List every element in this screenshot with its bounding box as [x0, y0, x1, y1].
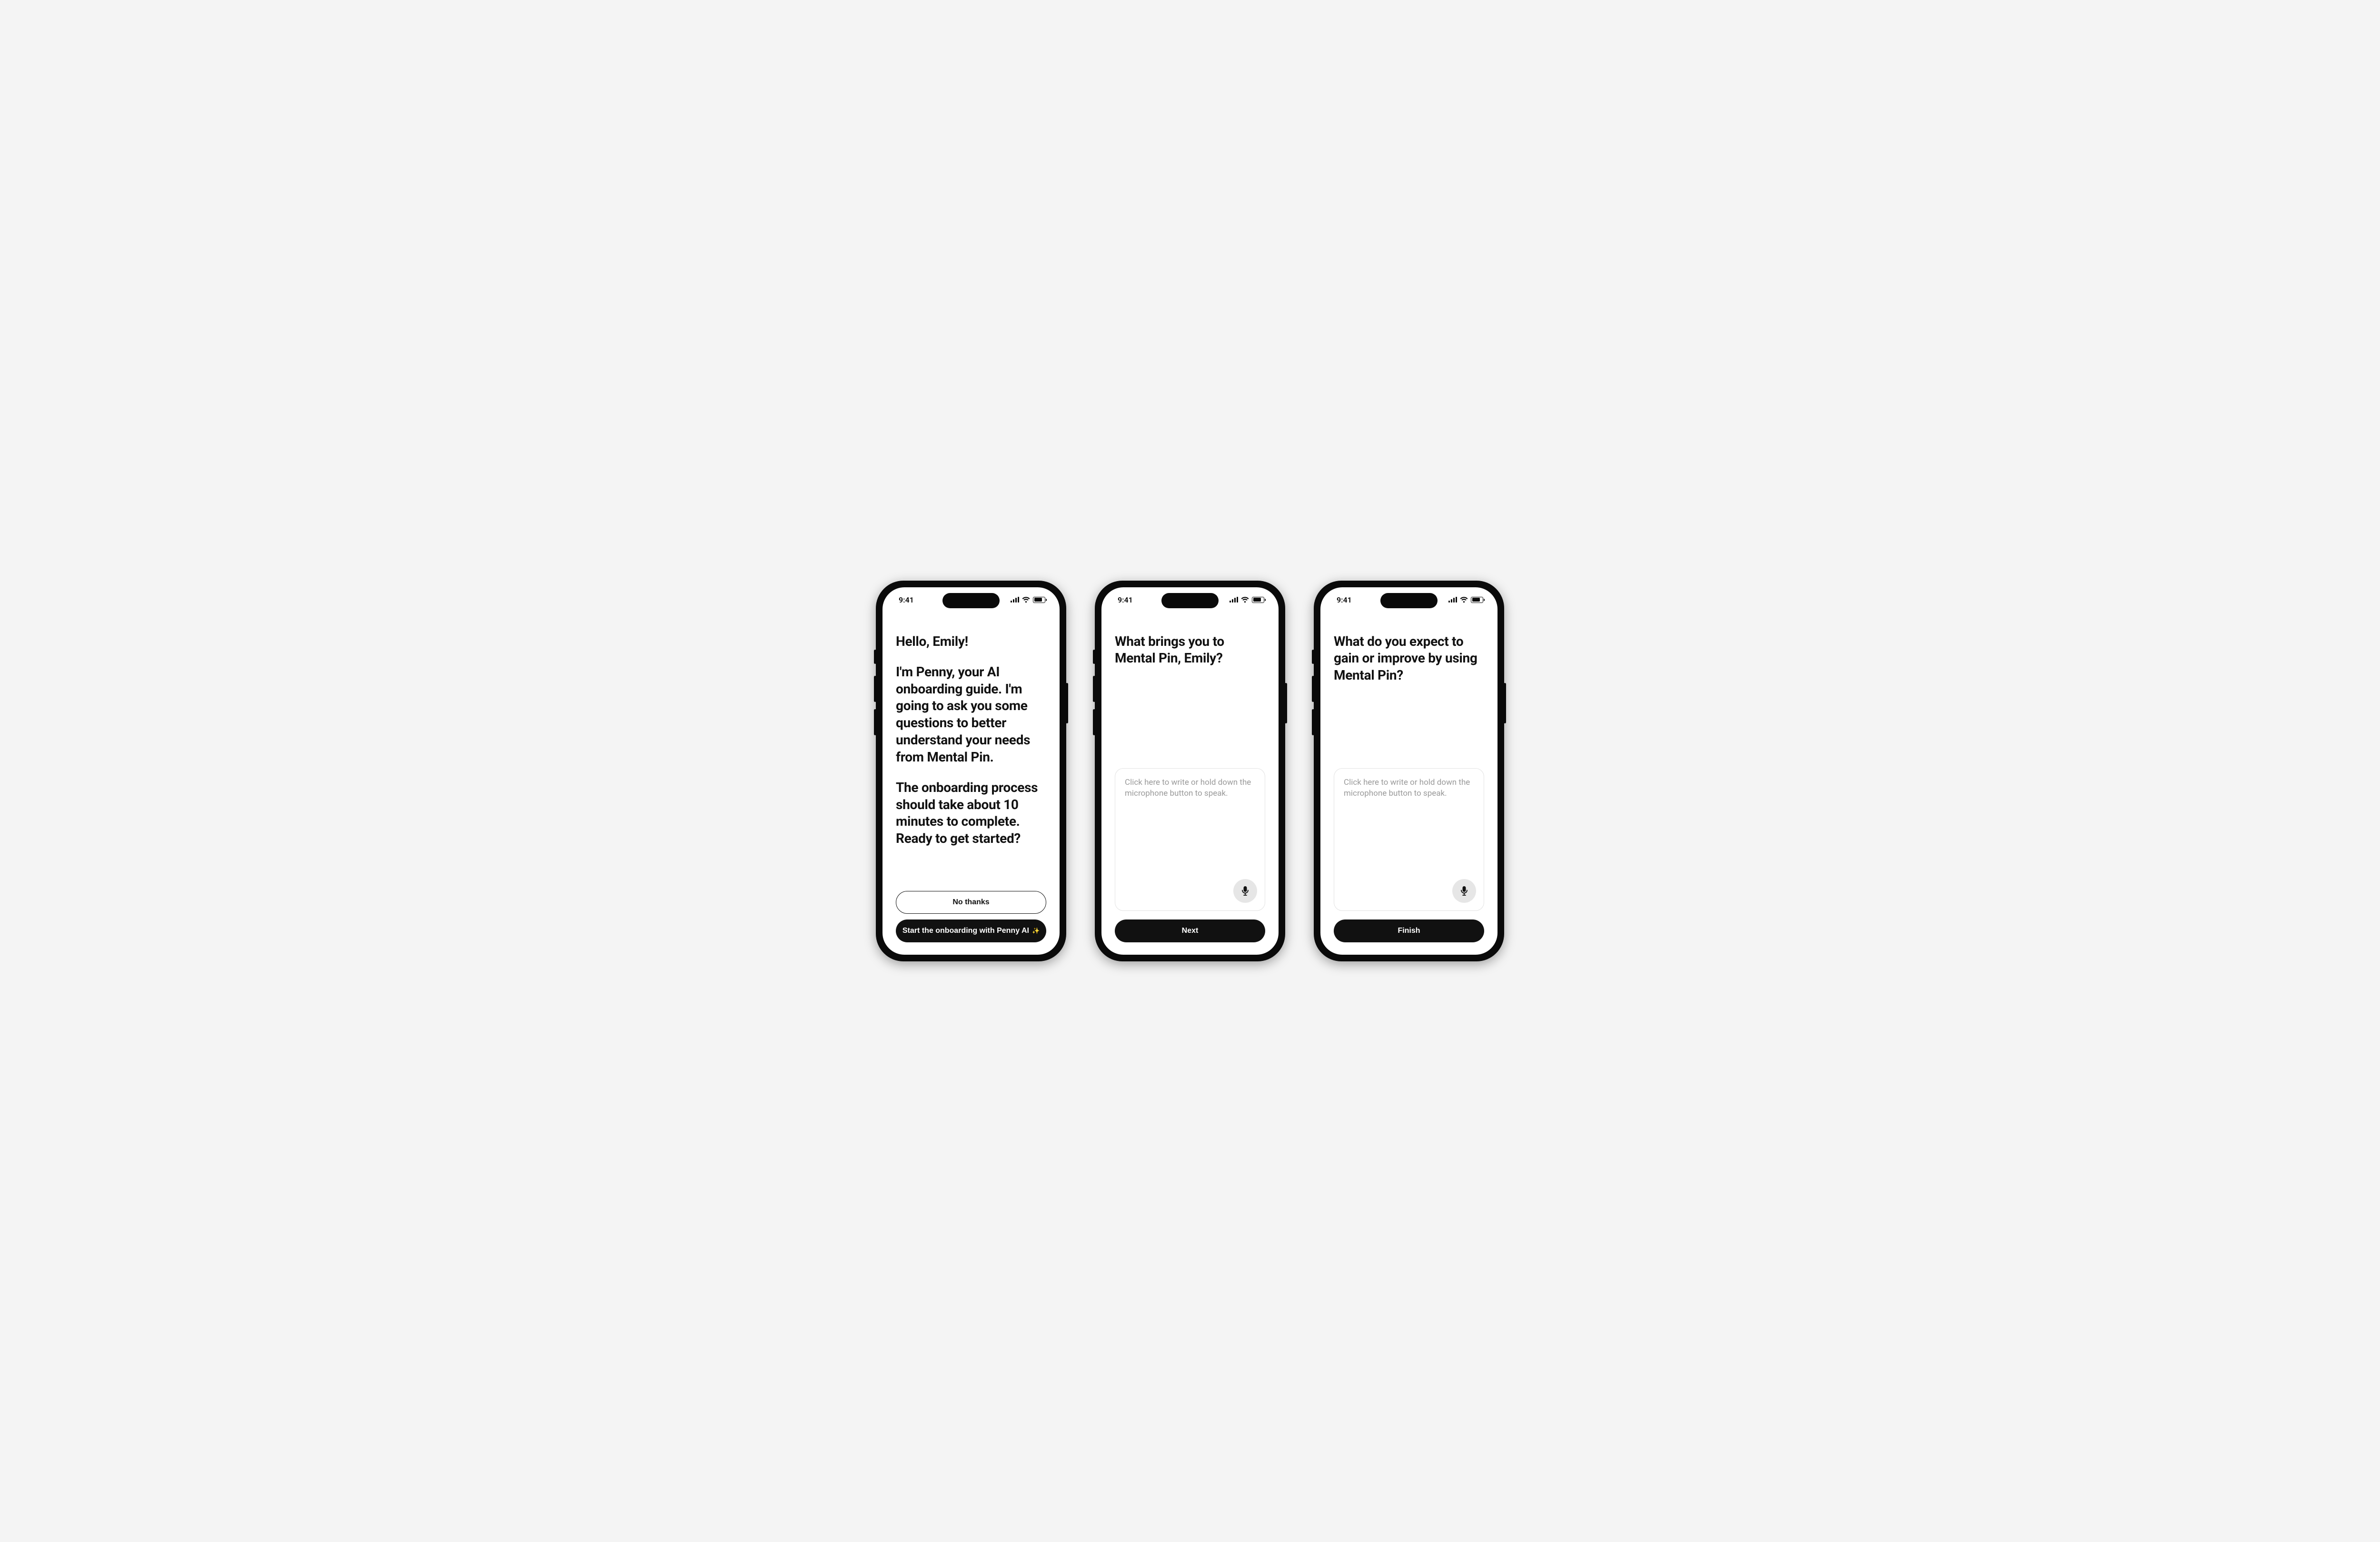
phone-mockup-3: 9:41 What do you expect to gain or impro…	[1314, 581, 1504, 961]
microphone-icon	[1241, 886, 1250, 896]
battery-icon	[1471, 597, 1483, 603]
cellular-icon	[1011, 597, 1019, 603]
response-input[interactable]: Click here to write or hold down the mic…	[1115, 768, 1265, 911]
wifi-icon	[1241, 597, 1249, 603]
intro-timing: The onboarding process should take about…	[896, 779, 1046, 847]
phone-mockup-2: 9:41 What brings you to Mental Pin, Emil…	[1095, 581, 1285, 961]
wifi-icon	[1460, 597, 1468, 603]
intro-greeting: Hello, Emily!	[896, 633, 1046, 650]
finish-button[interactable]: Finish	[1334, 919, 1484, 942]
sparkle-icon: ✨	[1032, 927, 1040, 935]
start-onboarding-label: Start the onboarding with Penny AI	[902, 927, 1029, 935]
microphone-button[interactable]	[1452, 879, 1476, 903]
phone-mockup-1: 9:41 Hello, Emily! I'm Penny, your AI on…	[876, 581, 1066, 961]
microphone-icon	[1460, 886, 1468, 896]
wifi-icon	[1022, 597, 1030, 603]
battery-icon	[1033, 597, 1045, 603]
onboarding-question: What brings you to Mental Pin, Emily?	[1115, 612, 1265, 667]
response-placeholder: Click here to write or hold down the mic…	[1125, 777, 1255, 799]
no-thanks-label: No thanks	[952, 898, 989, 907]
next-label: Next	[1182, 927, 1199, 935]
intro-body: I'm Penny, your AI onboarding guide. I'm…	[896, 663, 1046, 766]
response-input[interactable]: Click here to write or hold down the mic…	[1334, 768, 1484, 911]
response-placeholder: Click here to write or hold down the mic…	[1344, 777, 1474, 799]
start-onboarding-button[interactable]: Start the onboarding with Penny AI ✨	[896, 919, 1046, 942]
battery-icon	[1252, 597, 1264, 603]
dynamic-island	[1161, 593, 1219, 608]
onboarding-question: What do you expect to gain or improve by…	[1334, 612, 1484, 683]
microphone-button[interactable]	[1233, 879, 1257, 903]
dynamic-island	[942, 593, 1000, 608]
cellular-icon	[1230, 597, 1238, 603]
cellular-icon	[1448, 597, 1457, 603]
status-time: 9:41	[1118, 595, 1133, 604]
next-button[interactable]: Next	[1115, 919, 1265, 942]
status-time: 9:41	[899, 595, 914, 604]
finish-label: Finish	[1398, 927, 1420, 935]
onboarding-intro-text: Hello, Emily! I'm Penny, your AI onboard…	[896, 612, 1046, 891]
no-thanks-button[interactable]: No thanks	[896, 891, 1046, 914]
status-time: 9:41	[1337, 595, 1352, 604]
dynamic-island	[1380, 593, 1438, 608]
